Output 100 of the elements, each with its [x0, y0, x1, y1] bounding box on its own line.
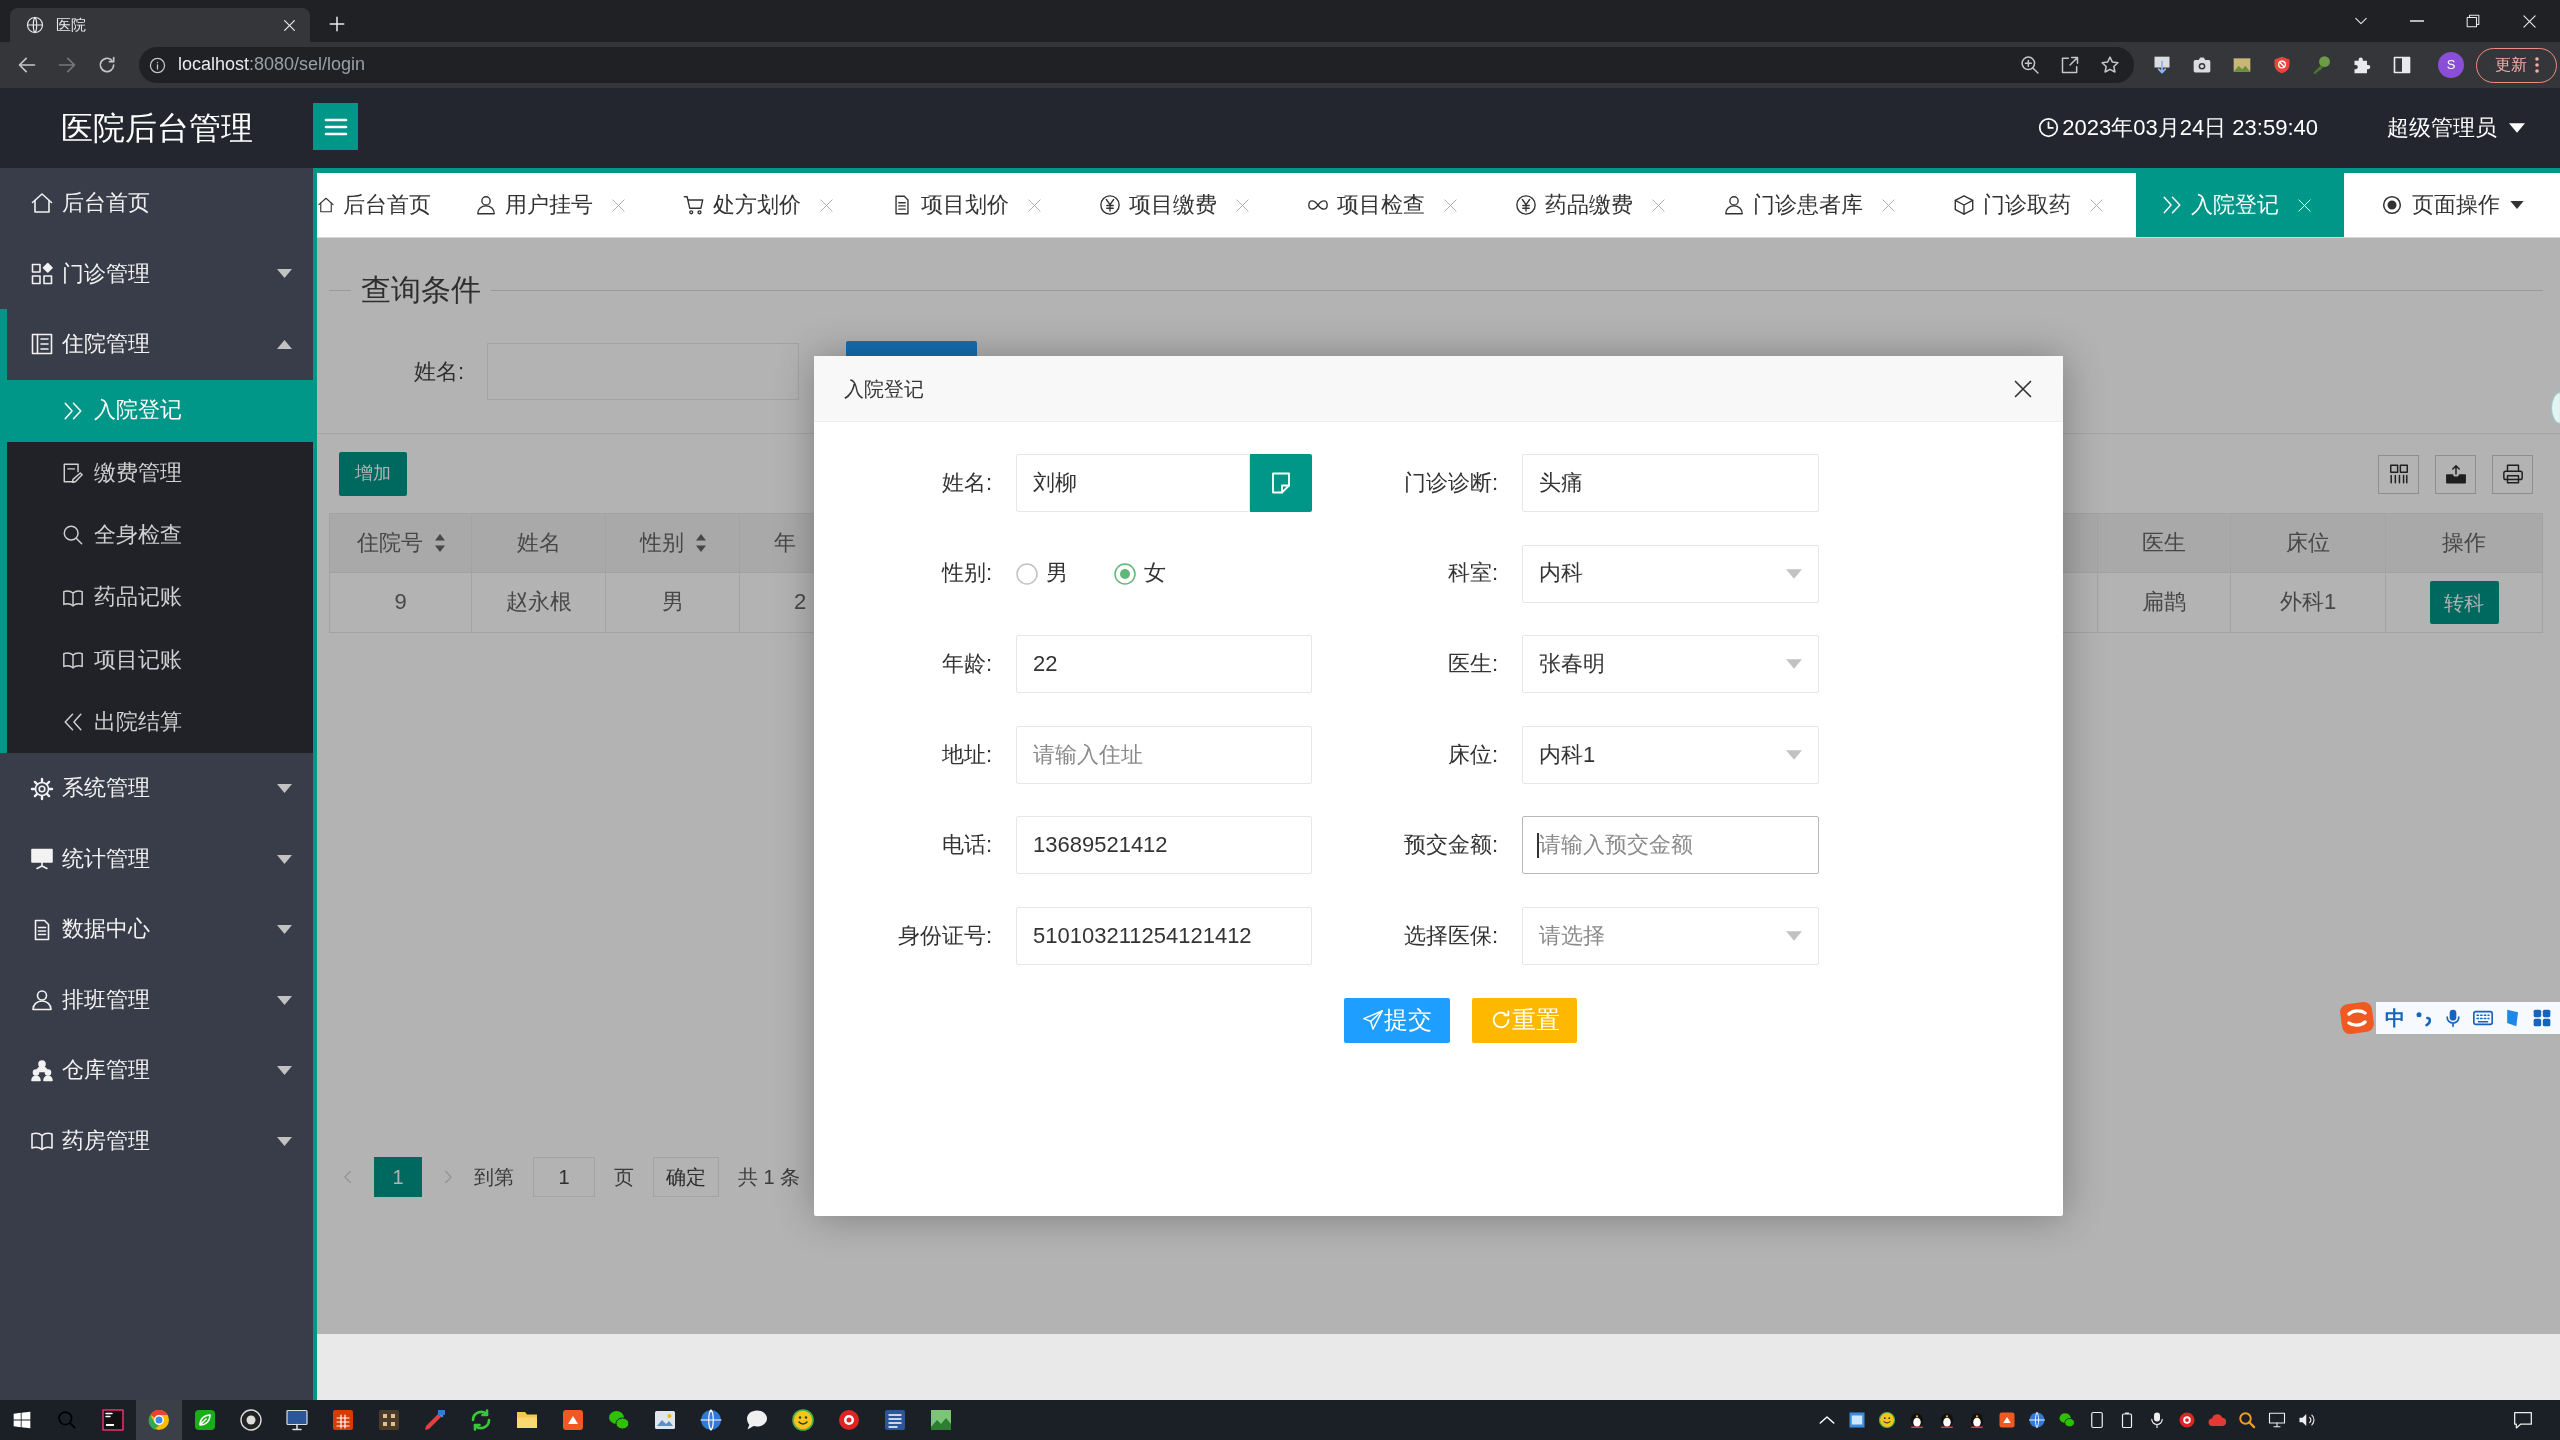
page-tab[interactable]: 项目缴费	[1074, 173, 1282, 237]
share-icon[interactable]	[2060, 55, 2080, 75]
column-header: 床位	[2231, 514, 2386, 572]
user-menu[interactable]: 超级管理员	[2387, 114, 2525, 142]
column-header[interactable]: 性别	[606, 514, 740, 572]
plus-icon[interactable]	[328, 15, 346, 33]
page-tab[interactable]: 入院登记	[2136, 173, 2344, 237]
input-mode-button[interactable]: 中	[2384, 1006, 2405, 1030]
menu-button[interactable]	[313, 103, 358, 150]
microphone-icon[interactable]	[2148, 1411, 2166, 1429]
page-actions-menu[interactable]: 页面操作	[2344, 173, 2560, 237]
taskbar-button[interactable]	[136, 1400, 182, 1440]
table-cell: 扁鹊	[2097, 573, 2231, 632]
radio-option[interactable]: 男	[1016, 560, 1068, 587]
restore-icon[interactable]	[2466, 14, 2480, 28]
caret-icon	[1786, 659, 1802, 670]
back-arrow-icon[interactable]	[17, 55, 37, 75]
notification-icon[interactable]	[2513, 1410, 2533, 1430]
search-icon[interactable]	[2238, 1411, 2256, 1429]
field-label: 医生:	[1446, 651, 1498, 678]
key-icon[interactable]	[2312, 55, 2332, 75]
cloud-icon[interactable]	[2208, 1411, 2226, 1429]
gear-icon	[30, 776, 54, 801]
sidebar-item[interactable]: 系统管理	[0, 753, 313, 824]
browser-tab[interactable]: 医院	[10, 8, 310, 42]
search-icon	[62, 524, 84, 547]
penguin-icon[interactable]	[1908, 1411, 1926, 1429]
chat-icon[interactable]	[2058, 1411, 2076, 1429]
page-tab[interactable]: 项目检查	[1282, 173, 1490, 237]
sidebar-item[interactable]: 门诊管理	[0, 238, 313, 309]
address-bar[interactable]: localhost:8080/sel/login	[139, 47, 2134, 83]
caret-icon	[2509, 201, 2524, 209]
sidebar-item[interactable]: 住院管理	[0, 309, 313, 380]
monitor-icon[interactable]	[2268, 1411, 2286, 1429]
image-icon[interactable]	[2232, 55, 2252, 75]
penguin-icon[interactable]	[1938, 1411, 1956, 1429]
table-cell: 外科1	[2231, 573, 2386, 632]
page-tab[interactable]: 门诊患者库	[1698, 173, 1928, 237]
confirm-button[interactable]: 确定	[653, 1157, 719, 1197]
apps-icon[interactable]	[2531, 1008, 2552, 1028]
tablet-icon[interactable]	[2088, 1411, 2106, 1429]
page-input[interactable]: 1	[533, 1157, 595, 1197]
forward-arrow-icon[interactable]	[57, 55, 77, 75]
page-tab[interactable]: 药品缴费	[1490, 173, 1698, 237]
record-icon[interactable]	[2178, 1411, 2196, 1429]
page-tab[interactable]: 用户挂号	[450, 173, 658, 237]
toolbar-button[interactable]	[2378, 454, 2419, 494]
profile-avatar[interactable]: S	[2438, 52, 2464, 78]
dropdown[interactable]: 内科1	[1522, 725, 1819, 784]
sidebar-item[interactable]: 统计管理	[0, 823, 313, 895]
document-arrow-icon[interactable]	[2152, 55, 2172, 75]
close-icon[interactable]	[2013, 378, 2033, 399]
toolbar-button[interactable]	[2492, 454, 2533, 494]
field-label: 科室:	[1446, 560, 1498, 587]
toolbar-button[interactable]	[2435, 454, 2476, 494]
address-text: localhost:8080/sel/login	[178, 54, 366, 76]
submenu-item[interactable]: 项目记账	[0, 628, 313, 691]
submenu-item[interactable]: 全身检查	[0, 504, 313, 567]
submenu-item[interactable]: 缴费管理	[0, 441, 313, 505]
text-input[interactable]: 22	[1016, 635, 1312, 694]
zoom-in-icon[interactable]	[2020, 55, 2040, 75]
browser-icon	[147, 1408, 171, 1432]
text-input[interactable]	[487, 343, 799, 400]
sidebar-item[interactable]: 排班管理	[0, 964, 313, 1036]
text-input[interactable]: 头痛	[1522, 454, 1819, 512]
smiley-icon	[791, 1408, 815, 1432]
sidebar-item[interactable]: 数据中心	[0, 894, 313, 965]
puzzle-icon[interactable]	[2352, 55, 2372, 75]
lookup-button[interactable]	[1250, 454, 1312, 512]
page-tab[interactable]: 门诊取药	[1928, 173, 2136, 237]
smiley-icon[interactable]	[1878, 1411, 1896, 1429]
sidebar-item[interactable]: 药房管理	[0, 1105, 313, 1177]
shield-icon[interactable]	[2272, 55, 2292, 75]
window-icon[interactable]	[1848, 1411, 1866, 1429]
star-icon[interactable]	[2100, 55, 2120, 75]
field-label: 身份证号:	[896, 922, 992, 950]
ime-logo-icon[interactable]	[2338, 1000, 2376, 1036]
text-input[interactable]: 请输入预交金额	[1522, 816, 1819, 875]
radio-option[interactable]: 女	[1114, 560, 1166, 587]
page-tab[interactable]: 处方划价	[658, 173, 866, 237]
camera-icon[interactable]	[2192, 55, 2212, 75]
page-tab[interactable]: 项目划价	[866, 173, 1074, 237]
text-input[interactable]: 刘柳	[1016, 454, 1250, 512]
text-input[interactable]: 13689521412	[1016, 816, 1312, 875]
sidebar-item[interactable]: 仓库管理	[0, 1035, 313, 1106]
side-panel-icon[interactable]	[2392, 55, 2412, 75]
penguin-icon[interactable]	[1968, 1411, 1986, 1429]
dropdown[interactable]: 张春明	[1522, 635, 1819, 694]
tile-icon[interactable]	[1998, 1411, 2016, 1429]
globe-icon[interactable]	[2028, 1411, 2046, 1429]
submenu-item[interactable]: 出院结算	[0, 691, 313, 754]
column-header[interactable]: 住院号	[330, 514, 472, 572]
dropdown[interactable]: 内科	[1522, 544, 1819, 603]
submenu-item[interactable]: 药品记账	[0, 566, 313, 629]
paper-plane-icon	[1362, 1009, 1384, 1032]
sidebar-item[interactable]: 后台首页	[0, 168, 313, 239]
page-tab[interactable]: 后台首页	[317, 173, 450, 237]
reload-icon[interactable]	[97, 55, 117, 75]
text-input[interactable]: 510103211254121412	[1016, 906, 1312, 965]
grid-icon	[30, 261, 54, 286]
